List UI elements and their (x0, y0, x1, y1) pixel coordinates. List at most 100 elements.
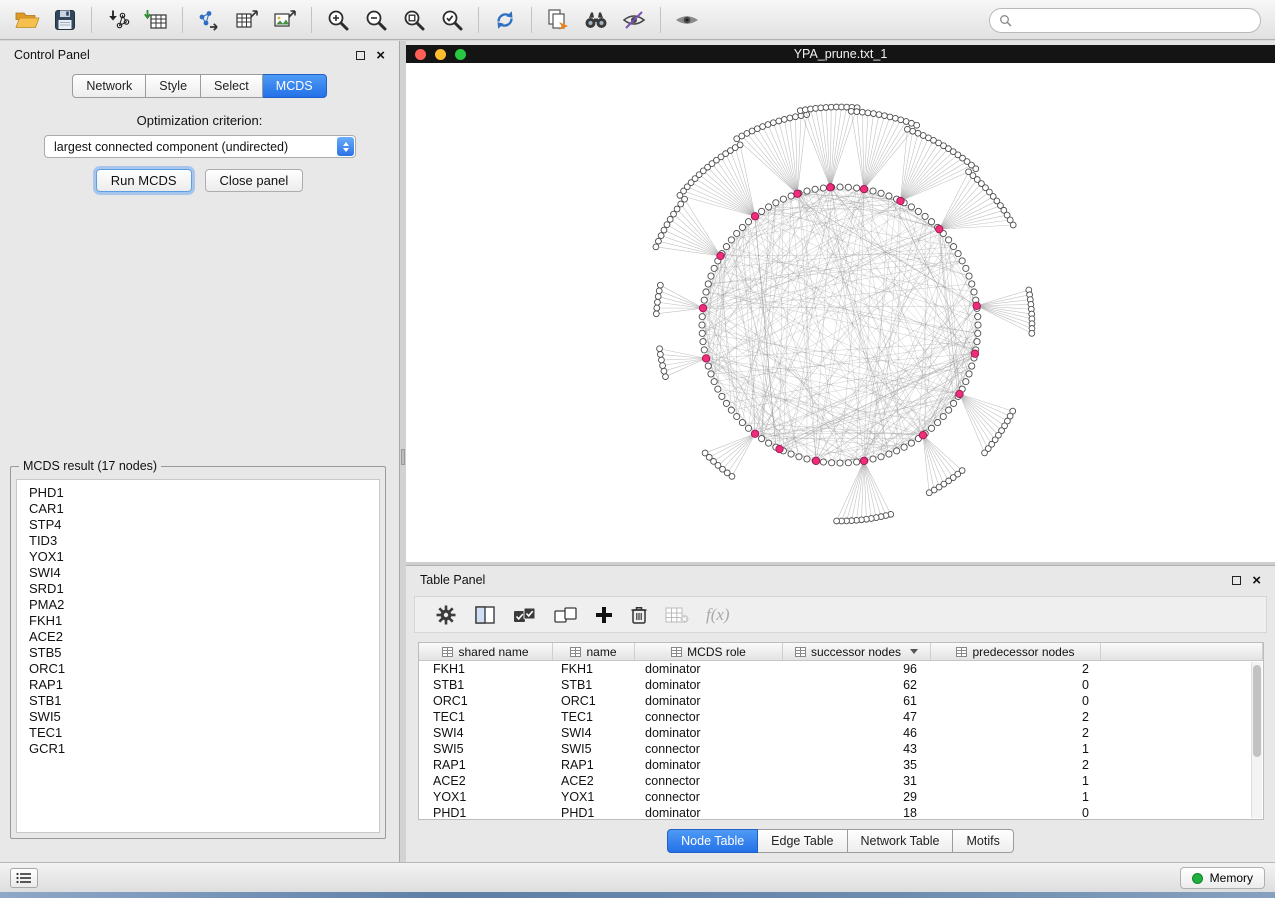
scrollbar-thumb[interactable] (1253, 665, 1261, 757)
zoom-out-button[interactable] (357, 3, 395, 37)
tab-mcds[interactable]: MCDS (263, 74, 327, 98)
list-item[interactable]: PHD1 (29, 485, 379, 501)
list-item[interactable]: STB5 (29, 645, 379, 661)
task-history-button[interactable] (10, 868, 38, 888)
table-panel: Table Panel × (406, 565, 1275, 862)
close-table-panel-icon[interactable]: × (1252, 573, 1261, 588)
close-panel-button[interactable]: Close panel (205, 169, 304, 192)
tab-style[interactable]: Style (146, 74, 201, 98)
tab-node-table[interactable]: Node Table (667, 829, 758, 853)
network-canvas[interactable] (406, 63, 1275, 562)
desktop-wallpaper-strip (0, 892, 1275, 898)
mcds-button-row: Run MCDS Close panel (0, 169, 399, 192)
table-row[interactable]: SWI4SWI4dominator462 (419, 725, 1263, 741)
show-all-button[interactable] (668, 3, 706, 37)
column-label: shared name (458, 645, 528, 659)
add-column-button[interactable] (595, 600, 613, 630)
close-window-icon[interactable] (415, 49, 426, 60)
export-network-icon (197, 9, 221, 31)
table-row[interactable]: TEC1TEC1connector472 (419, 709, 1263, 725)
list-item[interactable]: TEC1 (29, 725, 379, 741)
function-builder-button: f(x) (706, 600, 730, 630)
close-panel-icon[interactable]: × (376, 48, 385, 63)
table-row[interactable]: YOX1YOX1connector291 (419, 789, 1263, 805)
tab-edge-table[interactable]: Edge Table (758, 829, 847, 853)
list-item[interactable]: CAR1 (29, 501, 379, 517)
list-item[interactable]: SWI4 (29, 565, 379, 581)
list-item[interactable]: YOX1 (29, 549, 379, 565)
column-header-name[interactable]: name (553, 643, 635, 660)
float-table-panel-icon[interactable] (1232, 576, 1241, 585)
import-table-button[interactable] (137, 3, 175, 37)
list-item[interactable]: ORC1 (29, 661, 379, 677)
column-header-mcds-role[interactable]: MCDS role (635, 643, 783, 660)
find-button[interactable] (577, 3, 615, 37)
select-all-rows-button[interactable] (513, 600, 537, 630)
float-panel-icon[interactable] (356, 51, 365, 60)
show-columns-button[interactable] (474, 600, 496, 630)
delete-column-button[interactable] (630, 600, 648, 630)
tab-network[interactable]: Network (72, 74, 146, 98)
export-table-button[interactable] (228, 3, 266, 37)
table-row[interactable]: ORC1ORC1dominator610 (419, 693, 1263, 709)
list-item[interactable]: STB1 (29, 693, 379, 709)
column-header-filler (1101, 643, 1263, 660)
table-panel-title: Table Panel (420, 573, 485, 587)
column-type-icon (956, 647, 967, 657)
zoom-in-button[interactable] (319, 3, 357, 37)
fit-content-button[interactable] (395, 3, 433, 37)
memory-button[interactable]: Memory (1180, 867, 1265, 889)
minimize-window-icon[interactable] (435, 49, 446, 60)
delete-table-icon (665, 606, 689, 624)
column-header-successor-nodes[interactable]: successor nodes (783, 643, 931, 660)
table-row[interactable]: ACE2ACE2connector311 (419, 773, 1263, 789)
table-settings-button[interactable] (435, 600, 457, 630)
column-header-predecessor-nodes[interactable]: predecessor nodes (931, 643, 1101, 660)
export-network-button[interactable] (190, 3, 228, 37)
deselect-all-icon (554, 605, 578, 625)
list-item[interactable]: SRD1 (29, 581, 379, 597)
network-graph[interactable] (406, 63, 1275, 562)
save-session-button[interactable] (46, 3, 84, 37)
list-icon (16, 872, 32, 884)
optimization-criterion-select[interactable]: largest connected component (undirected) (44, 135, 356, 158)
list-item[interactable]: ACE2 (29, 629, 379, 645)
hide-selected-button[interactable] (615, 3, 653, 37)
search-input[interactable] (1018, 14, 1260, 28)
table-scrollbar[interactable] (1251, 662, 1262, 818)
table-row[interactable]: FKH1FKH1dominator962 (419, 661, 1263, 677)
table-header-row: shared name name MCDS role successor nod… (419, 643, 1263, 661)
network-titlebar[interactable]: YPA_prune.txt_1 (406, 45, 1275, 63)
zoom-selected-button[interactable] (433, 3, 471, 37)
refresh-button[interactable] (486, 3, 524, 37)
list-item[interactable]: SWI5 (29, 709, 379, 725)
eye-icon (674, 9, 700, 31)
deselect-all-rows-button[interactable] (554, 600, 578, 630)
run-mcds-button[interactable]: Run MCDS (96, 169, 192, 192)
zoom-out-icon (364, 8, 388, 32)
zoom-selected-icon (440, 8, 464, 32)
toolbar-separator (660, 7, 661, 33)
sort-chevron-down-icon[interactable] (910, 649, 918, 654)
column-type-icon (570, 647, 581, 657)
table-row[interactable]: SWI5SWI5connector431 (419, 741, 1263, 757)
column-header-shared-name[interactable]: shared name (419, 643, 553, 660)
list-item[interactable]: FKH1 (29, 613, 379, 629)
table-row[interactable]: RAP1RAP1dominator352 (419, 757, 1263, 773)
table-row[interactable]: STB1STB1dominator620 (419, 677, 1263, 693)
splitter-grip[interactable] (401, 449, 405, 465)
table-row[interactable]: PHD1PHD1dominator180 (419, 805, 1263, 820)
tab-motifs[interactable]: Motifs (953, 829, 1013, 853)
import-network-button[interactable] (99, 3, 137, 37)
tab-select[interactable]: Select (201, 74, 263, 98)
list-item[interactable]: TID3 (29, 533, 379, 549)
list-item[interactable]: PMA2 (29, 597, 379, 613)
list-item[interactable]: STP4 (29, 517, 379, 533)
maximize-window-icon[interactable] (455, 49, 466, 60)
export-image-button[interactable] (266, 3, 304, 37)
list-item[interactable]: GCR1 (29, 741, 379, 757)
list-item[interactable]: RAP1 (29, 677, 379, 693)
open-session-button[interactable] (8, 3, 46, 37)
tab-network-table[interactable]: Network Table (848, 829, 954, 853)
clone-network-button[interactable] (539, 3, 577, 37)
